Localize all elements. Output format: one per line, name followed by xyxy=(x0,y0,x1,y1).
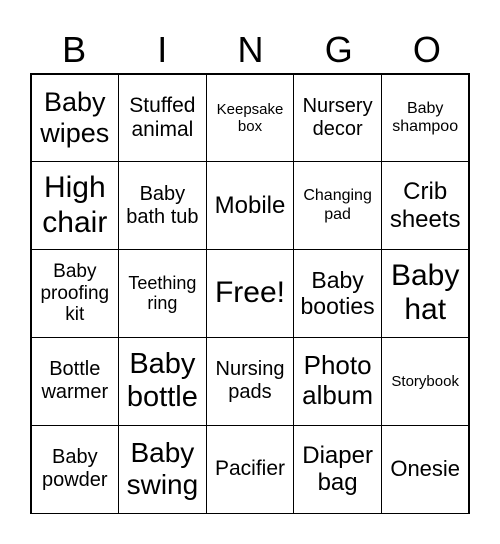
bingo-cell-label: Baby bottle xyxy=(126,347,198,414)
bingo-cell-label: Baby wipes xyxy=(40,86,110,148)
bingo-cell[interactable]: Crib sheets xyxy=(380,161,470,251)
bingo-cell[interactable]: Diaper bag xyxy=(293,424,382,514)
bingo-grid: Baby wipes Stuffed animal Keepsake box Nurs… xyxy=(30,73,470,514)
bingo-cell-label: Baby hat xyxy=(390,258,460,327)
header-letter-g: G xyxy=(324,29,353,70)
bingo-cell[interactable]: Baby proofing kit xyxy=(30,249,120,338)
bingo-cell-label: Onesie xyxy=(390,456,461,482)
bingo-cell-label: Baby booties xyxy=(300,267,375,320)
bingo-cell[interactable]: High chair xyxy=(30,161,120,251)
bingo-cell-label: Diaper bag xyxy=(302,441,373,497)
bingo-cell-label: Bottle warmer xyxy=(41,358,109,404)
bingo-cell[interactable]: Stuffed animal xyxy=(118,73,207,163)
bingo-cell-label: Changing pad xyxy=(303,187,372,223)
bingo-cell[interactable]: Keepsake box xyxy=(205,73,295,163)
bingo-cell[interactable]: Baby wipes xyxy=(30,73,120,163)
bingo-cell-label: Nursery decor xyxy=(302,94,373,140)
bingo-cell-label: Pacifier xyxy=(214,457,285,481)
header-letter-o: O xyxy=(412,29,441,70)
bingo-cell-label: Teething ring xyxy=(128,272,197,314)
bingo-cell[interactable]: Nursing pads xyxy=(205,336,295,426)
bingo-cell[interactable]: Baby bath tub xyxy=(118,161,207,251)
bingo-cell[interactable]: Baby powder xyxy=(30,424,120,514)
bingo-cell[interactable]: Baby hat xyxy=(380,249,470,338)
bingo-cell-label: Keepsake box xyxy=(216,100,284,135)
bingo-cell-label: Baby proofing kit xyxy=(40,260,110,326)
bingo-cell[interactable]: Mobile xyxy=(205,161,295,251)
bingo-cell[interactable]: Bottle warmer xyxy=(30,336,120,426)
bingo-cell[interactable]: Changing pad xyxy=(293,161,382,251)
bingo-cell-label: Baby bath tub xyxy=(126,182,199,228)
bingo-cell-label: Crib sheets xyxy=(389,178,461,233)
bingo-cell-label: Nursing pads xyxy=(215,358,285,404)
bingo-cell-label: Photo album xyxy=(302,350,373,411)
bingo-cell[interactable]: Storybook xyxy=(380,336,470,426)
bingo-cell[interactable]: Baby swing xyxy=(118,424,207,514)
bingo-cell-label: Stuffed animal xyxy=(129,93,196,141)
header-letter-i: I xyxy=(157,29,168,70)
bingo-header: B I N G O xyxy=(30,28,471,72)
bingo-cell-label: Baby shampoo xyxy=(392,99,459,135)
bingo-cell[interactable]: Baby shampoo xyxy=(380,73,470,163)
header-letter-n: N xyxy=(237,29,264,70)
bingo-cell[interactable]: Pacifier xyxy=(205,424,295,514)
bingo-cell[interactable]: Teething ring xyxy=(118,249,207,338)
bingo-cell[interactable]: Baby bottle xyxy=(118,336,207,426)
bingo-cell-label: High chair xyxy=(42,171,108,239)
bingo-cell-label: Free! xyxy=(214,276,285,310)
bingo-cell[interactable]: Nursery decor xyxy=(293,73,382,163)
bingo-cell[interactable]: Baby booties xyxy=(293,249,382,338)
bingo-cell[interactable]: Free! xyxy=(205,249,295,338)
header-letter-b: B xyxy=(62,29,87,70)
bingo-cell-label: Baby swing xyxy=(126,436,199,501)
bingo-cell[interactable]: Onesie xyxy=(380,424,470,514)
bingo-cell-label: Baby powder xyxy=(41,446,108,492)
bingo-cell-label: Mobile xyxy=(214,191,286,219)
bingo-cell-label: Storybook xyxy=(391,372,459,390)
bingo-cell[interactable]: Photo album xyxy=(293,336,382,426)
